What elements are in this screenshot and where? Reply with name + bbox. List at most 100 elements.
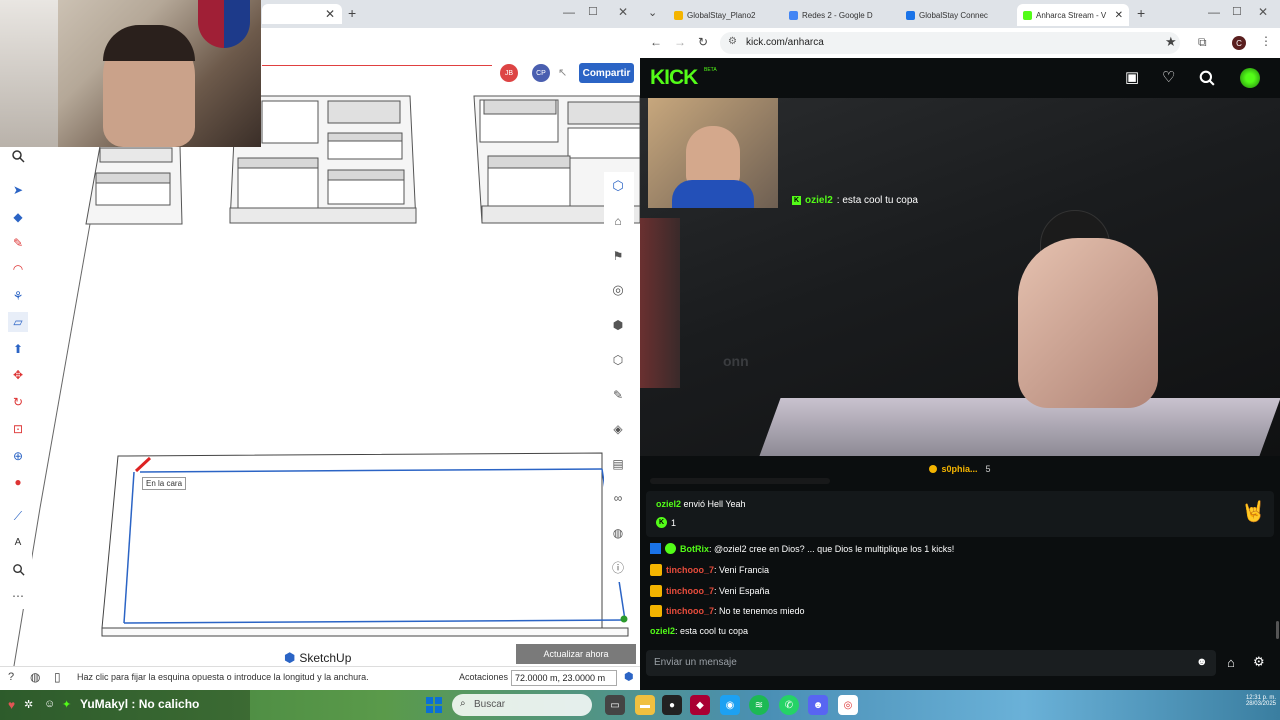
- paint-tool-icon[interactable]: ⚘: [8, 286, 28, 306]
- styles-icon[interactable]: ✎: [607, 384, 629, 406]
- globe-icon[interactable]: ◍: [607, 522, 629, 544]
- minimize-icon[interactable]: —: [563, 5, 575, 19]
- right-address-bar: ← → ↻ ⚙ kick.com/anharca ★ ⧉ C ⋮: [640, 28, 1280, 58]
- chat-input-placeholder: Enviar un mensaje: [654, 657, 737, 668]
- search-tool-icon[interactable]: [8, 146, 28, 166]
- materials-icon[interactable]: ◎: [607, 279, 629, 301]
- outliner-icon[interactable]: ▤: [607, 453, 629, 475]
- scenes-icon[interactable]: ⚑: [607, 245, 629, 267]
- info-icon[interactable]: ⓘ: [607, 556, 629, 578]
- profile-avatar[interactable]: C: [1232, 36, 1246, 50]
- display-icon[interactable]: ∞: [607, 487, 629, 509]
- text-tool-icon[interactable]: A: [8, 532, 28, 552]
- rotate-tool-icon[interactable]: ↻: [8, 392, 28, 412]
- site-info-icon[interactable]: ⚙: [728, 36, 737, 47]
- kick-logo[interactable]: KICK: [650, 66, 698, 90]
- zoom-tool-icon[interactable]: [8, 559, 28, 579]
- window-close-icon[interactable]: ✕: [1258, 5, 1268, 19]
- github-icon[interactable]: ●: [662, 695, 682, 715]
- chat-username[interactable]: tinchooo_7: [666, 586, 714, 596]
- task-view-icon[interactable]: ▭: [605, 695, 625, 715]
- 3d-warehouse-icon[interactable]: ⬡: [607, 349, 629, 371]
- app-blue-icon[interactable]: ◉: [720, 695, 740, 715]
- chat-scrollbar[interactable]: [1276, 621, 1279, 639]
- tab-list-icon[interactable]: ⌄: [648, 6, 657, 19]
- pinned-bar[interactable]: s0phia... 5: [640, 459, 1280, 479]
- close-tab-icon[interactable]: ✕: [325, 7, 335, 21]
- following-heart-icon[interactable]: ♡: [1162, 68, 1175, 86]
- instructor-icon[interactable]: ⌂: [607, 210, 629, 232]
- pencil-tool-icon[interactable]: ✎: [8, 233, 28, 253]
- chat-username[interactable]: BotRix: [680, 544, 709, 554]
- chat-store-icon[interactable]: ⌂: [1227, 655, 1235, 670]
- arc-tool-icon[interactable]: ◠: [8, 259, 28, 279]
- tape-tool-icon[interactable]: ⟋: [8, 506, 28, 526]
- tab-1[interactable]: GlobalStay_Plano2: [668, 4, 782, 26]
- update-now-button[interactable]: Actualizar ahora: [516, 644, 636, 664]
- emote-picker-icon[interactable]: ☻: [1196, 656, 1208, 668]
- entity-info-icon[interactable]: ⬡: [607, 175, 629, 197]
- push-pull-tool-icon[interactable]: ⬆: [8, 339, 28, 359]
- gift-text: envió Hell Yeah: [681, 499, 746, 509]
- maximize-icon[interactable]: ☐: [1232, 5, 1242, 18]
- url-bar[interactable]: ⚙ kick.com/anharca: [720, 32, 1180, 54]
- rectangle-tool-icon[interactable]: ▱: [8, 312, 28, 332]
- more-tools-icon[interactable]: ⋯: [8, 586, 28, 606]
- orbit-tool-icon[interactable]: ⊕: [8, 446, 28, 466]
- chat-username[interactable]: oziel2: [650, 626, 675, 636]
- file-explorer-icon[interactable]: ▬: [635, 695, 655, 715]
- tags-icon[interactable]: ◈: [607, 418, 629, 440]
- chat-text: : @oziel2 cree en Dios? ... que Dios le …: [709, 543, 955, 554]
- bookmark-star-icon[interactable]: ★: [1165, 34, 1177, 50]
- webcam-overlay: [0, 0, 261, 147]
- discord-icon[interactable]: ☻: [808, 695, 828, 715]
- tab-3[interactable]: GlobalStay Connec: [900, 4, 1014, 26]
- windows-start-icon[interactable]: [424, 695, 444, 715]
- scale-tool-icon[interactable]: ⊡: [8, 419, 28, 439]
- geo-location-icon[interactable]: ◍: [30, 670, 40, 684]
- select-tool-icon[interactable]: ➤: [8, 180, 28, 200]
- forward-icon[interactable]: →: [674, 35, 686, 49]
- new-tab-icon[interactable]: +: [1137, 5, 1145, 21]
- whatsapp-icon[interactable]: ✆: [779, 695, 799, 715]
- follow-me-tool-icon[interactable]: ●: [8, 472, 28, 492]
- overlay-username: oziel2: [805, 195, 833, 206]
- chrome-icon[interactable]: ◎: [838, 695, 858, 715]
- stream-video[interactable]: onn K oziel2 : esta cool tu copa: [640, 98, 1280, 456]
- eraser-tool-icon[interactable]: ◆: [8, 207, 28, 227]
- back-icon[interactable]: ←: [650, 35, 662, 49]
- window-close-icon[interactable]: ✕: [618, 5, 628, 19]
- maximize-icon[interactable]: ☐: [588, 5, 598, 18]
- search-icon[interactable]: [1199, 70, 1215, 86]
- chat-username[interactable]: tinchooo_7: [666, 606, 714, 616]
- minimize-icon[interactable]: —: [1208, 5, 1220, 19]
- credits-icon[interactable]: ▯: [54, 670, 61, 684]
- components-icon[interactable]: ⬢: [607, 314, 629, 336]
- chat-settings-gear-icon[interactable]: ⚙: [1253, 654, 1265, 670]
- system-clock[interactable]: 12:31 p. m. 28/03/2025: [1190, 692, 1276, 718]
- sketchup-brand-name: SketchUp: [299, 651, 352, 665]
- stream-overlay-banner: ♥ ✲ ☺ ✦ YuMakyl : No calicho: [0, 690, 250, 720]
- extensions-icon[interactable]: ⧉: [1198, 35, 1207, 50]
- crown-badge-icon: [650, 605, 662, 617]
- help-icon[interactable]: ?: [8, 671, 14, 683]
- chat-panel: s0phia... 5 oziel2 envió Hell Yeah K 1 🤘…: [640, 456, 1280, 690]
- user-avatar[interactable]: [1240, 68, 1260, 88]
- tab-2[interactable]: Redes 2 - Google D: [783, 4, 897, 26]
- spotify-icon[interactable]: ≋: [749, 695, 769, 715]
- browse-icon[interactable]: ▣: [1125, 68, 1139, 86]
- taskbar-search[interactable]: ⌕ Buscar: [452, 694, 592, 716]
- chat-username[interactable]: tinchooo_7: [666, 565, 714, 575]
- tab-4-active[interactable]: Anharca Stream - V ✕: [1017, 4, 1129, 26]
- expand-panel-icon[interactable]: ⬢: [624, 670, 634, 683]
- move-tool-icon[interactable]: ✥: [8, 365, 28, 385]
- chat-input[interactable]: Enviar un mensaje ☻: [646, 650, 1216, 676]
- close-tab-icon[interactable]: ✕: [1115, 10, 1123, 21]
- streamer-cam: [648, 98, 778, 208]
- taskbar-search-placeholder: Buscar: [474, 699, 506, 710]
- measurements-input[interactable]: 72.0000 m, 23.0000 m: [511, 670, 617, 686]
- app-icon[interactable]: ◆: [690, 695, 710, 715]
- menu-kebab-icon[interactable]: ⋮: [1260, 34, 1272, 48]
- reload-icon[interactable]: ↻: [698, 35, 708, 49]
- new-tab-icon[interactable]: +: [348, 5, 356, 21]
